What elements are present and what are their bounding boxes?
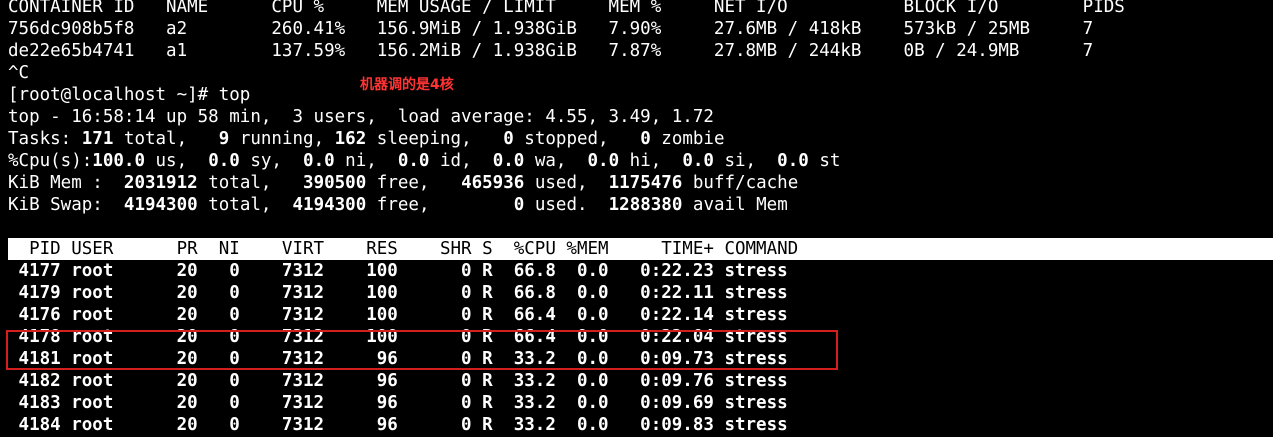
process-row: 4176 root 20 0 7312 100 0 R 66.4 0.0 0:2…: [8, 305, 788, 325]
process-table-header: PID USER PR NI VIRT RES SHR S %CPU %MEM …: [8, 239, 799, 259]
docker-stats-row: de22e65b4741 a1 137.59% 156.2MiB / 1.938…: [8, 41, 1094, 61]
highlight-box: [6, 330, 838, 370]
process-row: 4183 root 20 0 7312 96 0 R 33.2 0.0 0:09…: [8, 393, 788, 413]
process-row: 4177 root 20 0 7312 100 0 R 66.8 0.0 0:2…: [8, 261, 788, 281]
process-row: 4179 root 20 0 7312 100 0 R 66.8 0.0 0:2…: [8, 283, 788, 303]
top-cpu-line: %Cpu(s):100.0 us, 0.0 sy, 0.0 ni, 0.0 id…: [8, 151, 841, 171]
process-row: 4184 root 20 0 7312 96 0 R 33.2 0.0 0:09…: [8, 415, 788, 435]
docker-stats-header: CONTAINER ID NAME CPU % MEM USAGE / LIMI…: [8, 0, 1125, 17]
top-mem-line: KiB Mem : 2031912 total, 390500 free, 46…: [8, 173, 799, 193]
docker-stats-row: 756dc908b5f8 a2 260.41% 156.9MiB / 1.938…: [8, 19, 1094, 39]
annotation-label: 机器调的是4核: [360, 77, 454, 93]
top-uptime-line: top - 16:58:14 up 58 min, 3 users, load …: [8, 107, 714, 127]
interrupt-line: ^C: [8, 63, 30, 83]
shell-prompt: [root@localhost ~]# top: [8, 85, 251, 105]
process-row: 4182 root 20 0 7312 96 0 R 33.2 0.0 0:09…: [8, 371, 788, 391]
top-tasks-line: Tasks: 171 total, 9 running, 162 sleepin…: [8, 129, 725, 149]
top-swap-line: KiB Swap: 4194300 total, 4194300 free, 0…: [8, 195, 788, 215]
